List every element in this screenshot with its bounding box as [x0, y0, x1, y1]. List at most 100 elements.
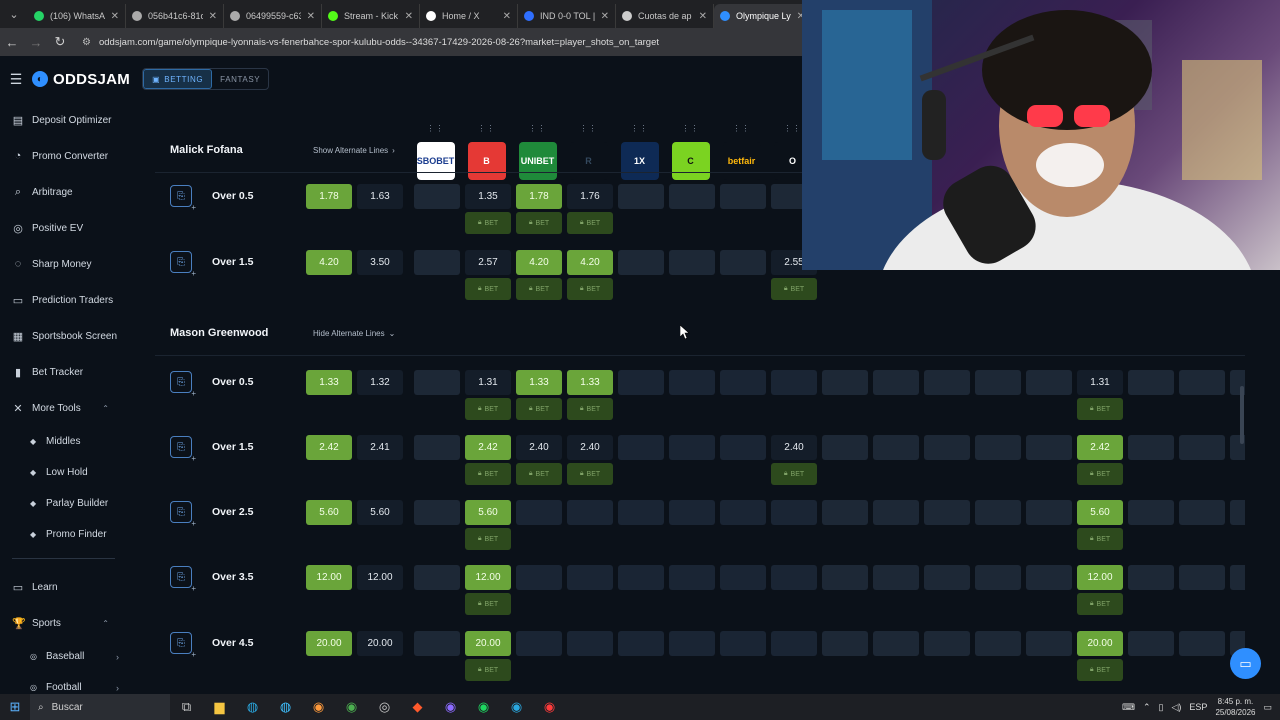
bet-button[interactable]: 🔒︎ BET: [771, 278, 817, 300]
bet-button[interactable]: 🔒︎ BET: [465, 398, 511, 420]
tray-chevron-icon[interactable]: ⌃: [1143, 702, 1151, 713]
drag-handle-icon[interactable]: ⋮⋮: [784, 124, 802, 138]
book-odds-cell[interactable]: 5.60: [1077, 499, 1123, 525]
best-odds-cell[interactable]: 4.20: [306, 249, 352, 275]
clock[interactable]: 8:45 p. m. 25/08/2026: [1215, 696, 1255, 718]
bet-button[interactable]: 🔒︎ BET: [465, 528, 511, 550]
sidebar-item-deposit-optimizer[interactable]: ▤ Deposit Optimizer: [0, 102, 131, 138]
add-to-tracker-icon[interactable]: ⎘ +: [170, 566, 196, 593]
menu-icon[interactable]: ☰: [0, 71, 32, 88]
show-alternate-lines-link[interactable]: Show Alternate Lines ›: [313, 146, 395, 155]
hide-alternate-lines-link[interactable]: Hide Alternate Lines ⌄: [313, 329, 395, 338]
site-info-icon[interactable]: ⚙: [82, 37, 91, 48]
tab-close-icon[interactable]: ✕: [209, 11, 217, 22]
keyboard-icon[interactable]: ⌨: [1122, 702, 1135, 713]
sidebar-sub-low-hold[interactable]: ◆ Low Hold: [0, 457, 131, 488]
drag-handle-icon[interactable]: ⋮⋮: [427, 124, 445, 138]
windows-start-icon[interactable]: ⊞: [0, 699, 30, 715]
language-indicator[interactable]: ESP: [1189, 702, 1207, 712]
bet-button[interactable]: 🔒︎ BET: [516, 278, 562, 300]
browser-tab[interactable]: Stream - Kick ✕: [322, 4, 420, 28]
best-odds-cell[interactable]: 2.42: [306, 434, 352, 460]
brave-icon[interactable]: ◆: [401, 699, 434, 715]
sportsbook-logo[interactable]: C: [671, 142, 710, 180]
browser-tab[interactable]: Home / X ✕: [420, 4, 518, 28]
add-to-tracker-icon[interactable]: ⎘ +: [170, 371, 196, 398]
sidebar-item-sports[interactable]: 🏆 Sports ⌃: [0, 605, 131, 641]
best-odds-cell[interactable]: 1.78: [306, 183, 352, 209]
bet-button[interactable]: 🔒︎ BET: [465, 278, 511, 300]
back-icon[interactable]: ←: [0, 35, 24, 50]
chrome-icon[interactable]: ◉: [335, 699, 368, 715]
tab-search-icon[interactable]: ⌄: [0, 0, 28, 28]
book-odds-cell[interactable]: 20.00: [465, 630, 511, 656]
file-explorer-icon[interactable]: ▆: [203, 699, 236, 715]
book-odds-cell[interactable]: 2.40: [567, 434, 613, 460]
app-icon[interactable]: ◉: [533, 699, 566, 715]
book-odds-cell[interactable]: 5.60: [465, 499, 511, 525]
add-to-tracker-icon[interactable]: ⎘ +: [170, 632, 196, 659]
book-odds-cell[interactable]: 2.42: [1077, 434, 1123, 460]
drag-handle-icon[interactable]: ⋮⋮: [529, 124, 547, 138]
book-odds-cell[interactable]: 1.31: [1077, 369, 1123, 395]
book-odds-cell[interactable]: 4.20: [516, 249, 562, 275]
book-odds-cell[interactable]: 1.78: [516, 183, 562, 209]
drag-handle-icon[interactable]: ⋮⋮: [733, 124, 751, 138]
reload-icon[interactable]: ↻: [48, 34, 72, 50]
tab-close-icon[interactable]: ✕: [111, 11, 119, 22]
book-odds-cell[interactable]: 2.57: [465, 249, 511, 275]
book-odds-cell[interactable]: 4.20: [567, 249, 613, 275]
sidebar-item-arbitrage[interactable]: ⌕ Arbitrage: [0, 174, 131, 210]
book-odds-cell[interactable]: 2.40: [771, 434, 817, 460]
bet-button[interactable]: 🔒︎ BET: [465, 463, 511, 485]
browser-tab[interactable]: Olympique Ly ✕: [714, 4, 812, 28]
bet-button[interactable]: 🔒︎ BET: [567, 278, 613, 300]
tab-close-icon[interactable]: ✕: [601, 11, 609, 22]
sidebar-item-learn[interactable]: ▭ Learn: [0, 569, 131, 605]
sidebar-sub-parlay-builder[interactable]: ◆ Parlay Builder: [0, 488, 131, 519]
best-odds-cell[interactable]: 5.60: [306, 499, 352, 525]
book-odds-cell[interactable]: 12.00: [465, 564, 511, 590]
book-odds-cell[interactable]: 1.31: [465, 369, 511, 395]
best-odds-cell[interactable]: 1.33: [306, 369, 352, 395]
fantasy-mode-button[interactable]: FANTASY: [212, 69, 268, 89]
bet-button[interactable]: 🔒︎ BET: [1077, 659, 1123, 681]
browser-tab[interactable]: Cuotas de ap ✕: [616, 4, 714, 28]
notifications-icon[interactable]: ▭: [1263, 702, 1272, 713]
bet-button[interactable]: 🔒︎ BET: [1077, 463, 1123, 485]
task-view-icon[interactable]: ⧉: [170, 699, 203, 715]
tab-close-icon[interactable]: ✕: [405, 11, 413, 22]
chat-support-button[interactable]: ▭: [1230, 648, 1261, 679]
network-icon[interactable]: ▯: [1159, 702, 1164, 713]
bet-button[interactable]: 🔒︎ BET: [516, 212, 562, 234]
bet-button[interactable]: 🔒︎ BET: [1077, 398, 1123, 420]
book-odds-cell[interactable]: 1.76: [567, 183, 613, 209]
add-to-tracker-icon[interactable]: ⎘ +: [170, 501, 196, 528]
drag-handle-icon[interactable]: ⋮⋮: [682, 124, 700, 138]
best-odds-cell[interactable]: 20.00: [306, 630, 352, 656]
sidebar-sport-baseball[interactable]: ◎ Baseball ›: [0, 641, 131, 672]
bet-button[interactable]: 🔒︎ BET: [465, 659, 511, 681]
bet-button[interactable]: 🔒︎ BET: [567, 398, 613, 420]
sidebar-sub-promo-finder[interactable]: ◆ Promo Finder: [0, 519, 131, 550]
bet-button[interactable]: 🔒︎ BET: [567, 212, 613, 234]
url-field[interactable]: ⚙ oddsjam.com/game/olympique-lyonnais-vs…: [82, 37, 659, 48]
drag-handle-icon[interactable]: ⋮⋮: [580, 124, 598, 138]
tab-close-icon[interactable]: ✕: [699, 11, 707, 22]
firefox-icon[interactable]: ◉: [302, 699, 335, 715]
logo[interactable]: ◐ ODDSJAM: [32, 71, 130, 88]
sidebar-item-sharp-money[interactable]: ◌ Sharp Money: [0, 246, 131, 282]
taskbar-search[interactable]: ⌕ Buscar: [30, 694, 170, 720]
bet-button[interactable]: 🔒︎ BET: [1077, 593, 1123, 615]
sportsbook-logo[interactable]: SBOBET: [416, 142, 455, 180]
sidebar-sport-football[interactable]: ◎ Football ›: [0, 672, 131, 694]
book-odds-cell[interactable]: 20.00: [1077, 630, 1123, 656]
book-odds-cell[interactable]: 12.00: [1077, 564, 1123, 590]
telegram-icon[interactable]: ◉: [500, 699, 533, 715]
drag-handle-icon[interactable]: ⋮⋮: [478, 124, 496, 138]
book-odds-cell[interactable]: 2.40: [516, 434, 562, 460]
add-to-tracker-icon[interactable]: ⎘ +: [170, 436, 196, 463]
spotify-icon[interactable]: ◉: [467, 699, 500, 715]
browser-tab[interactable]: 06499559-c63 ✕: [224, 4, 322, 28]
bet-button[interactable]: 🔒︎ BET: [516, 398, 562, 420]
